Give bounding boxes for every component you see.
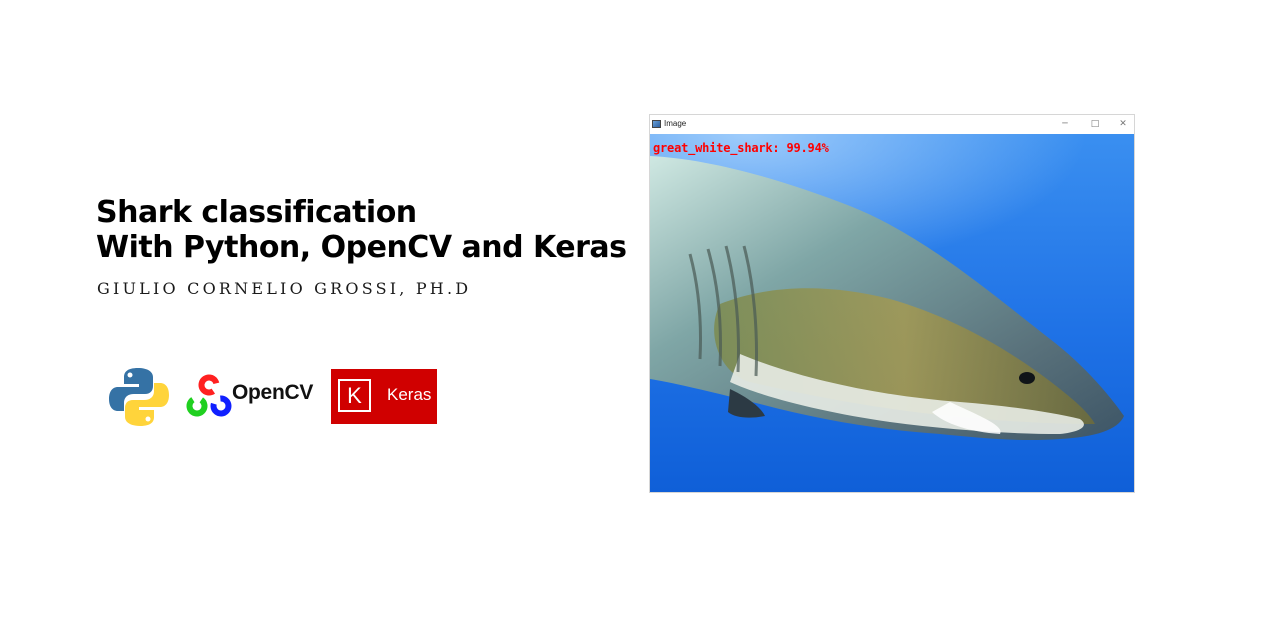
keras-k-icon: K <box>338 379 371 412</box>
shark-photo <box>650 134 1134 492</box>
opencv-label: OpenCV <box>232 381 314 404</box>
page-title: Shark classification With Python, OpenCV… <box>96 195 627 265</box>
image-window: Image ─ □ ✕ great_white_shark: 99.94% <box>649 114 1135 493</box>
title-line-1: Shark classification <box>96 195 417 230</box>
shark-eye <box>1019 372 1035 384</box>
maximize-button[interactable]: □ <box>1084 117 1106 131</box>
window-titlebar[interactable]: Image ─ □ ✕ <box>650 115 1134 134</box>
keras-label: Keras <box>387 385 432 404</box>
window-title: Image <box>664 119 687 128</box>
python-logo-icon <box>109 368 169 426</box>
prediction-label: great_white_shark: 99.94% <box>653 141 829 155</box>
author-name: GIULIO CORNELIO GROSSI, PH.D <box>97 279 472 298</box>
minimize-button[interactable]: ─ <box>1054 117 1076 131</box>
logo-row: OpenCV K Keras <box>108 366 448 428</box>
title-line-2: With Python, OpenCV and Keras <box>96 230 627 265</box>
image-canvas: great_white_shark: 99.94% <box>650 134 1134 492</box>
close-button[interactable]: ✕ <box>1112 117 1134 131</box>
keras-logo: K Keras <box>331 369 437 424</box>
app-icon <box>652 120 661 128</box>
page: Shark classification With Python, OpenCV… <box>0 0 1280 640</box>
opencv-logo-icon <box>186 374 232 417</box>
